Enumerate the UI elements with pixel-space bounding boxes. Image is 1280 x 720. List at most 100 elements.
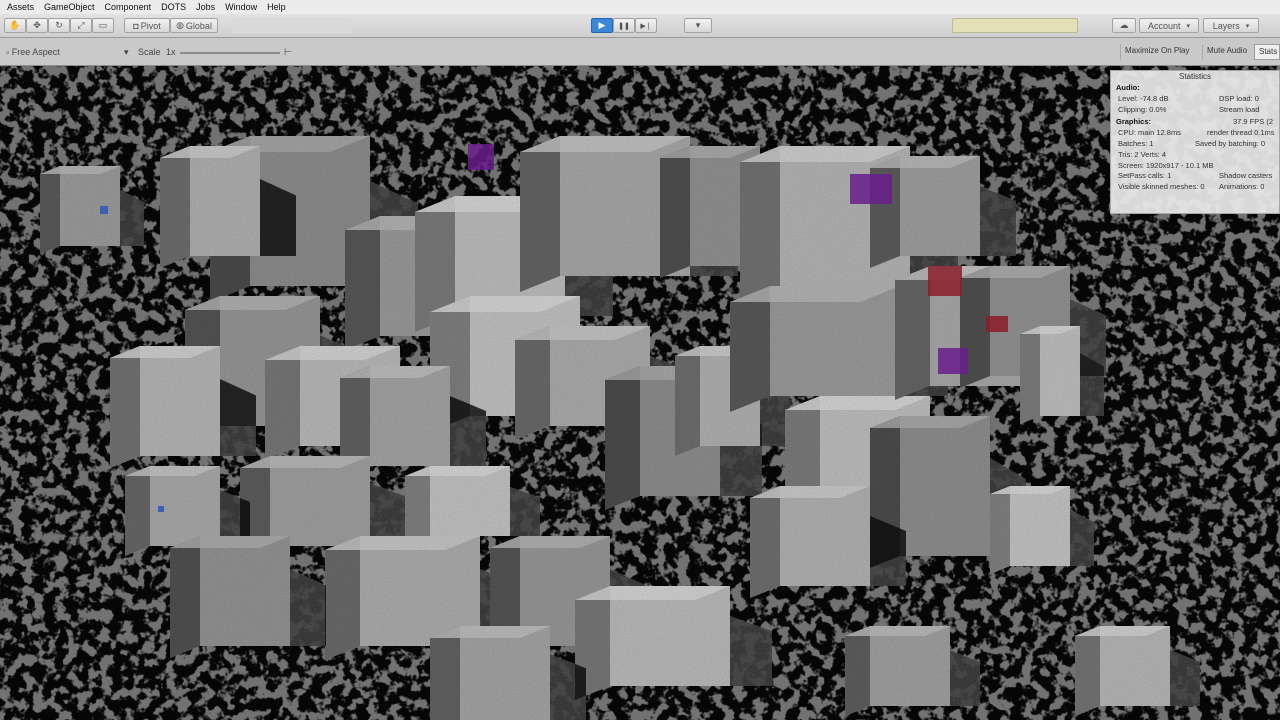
- voxel-block-side: [990, 486, 1010, 574]
- menu-dots[interactable]: DOTS: [156, 0, 191, 14]
- chevron-down-icon: ▾: [124, 47, 129, 57]
- render-thread: render thread 0.1ms: [1207, 128, 1275, 138]
- voxel-block-side: [1020, 326, 1040, 424]
- voxel-block-face: [900, 416, 990, 556]
- menu-assets[interactable]: Assets: [2, 0, 39, 14]
- cloud-icon: ☁: [1119, 20, 1129, 30]
- layers-dropdown[interactable]: Layers ▾: [1203, 18, 1259, 33]
- rotate-icon: ↻: [55, 20, 63, 30]
- stats-row: Clipping: 0.0% Stream load: [1111, 105, 1279, 116]
- colored-voxel: [158, 506, 164, 512]
- voxel-block-side: [515, 326, 550, 440]
- audio-clipping: Clipping: 0.0%: [1118, 104, 1167, 114]
- voxel-block-side: [110, 346, 140, 468]
- stats-row: Level: -74.8 dB DSP load: 0: [1111, 94, 1279, 105]
- scale-value: 1x: [166, 47, 176, 57]
- voxel-block-side: [170, 536, 200, 658]
- chevron-down-icon: ▾: [1186, 22, 1191, 30]
- menu-jobs[interactable]: Jobs: [191, 0, 220, 14]
- play-button[interactable]: ▶: [591, 18, 613, 33]
- menu-window[interactable]: Window: [220, 0, 262, 14]
- rect-tool-button[interactable]: ▭: [92, 18, 114, 33]
- voxel-block-side: [265, 346, 300, 460]
- global-label: Global: [185, 20, 212, 31]
- game-viewport[interactable]: Statistics Audio: Level: -74.8 dB DSP lo…: [0, 66, 1280, 720]
- tris-verts: Tris: 2 Verts: 4: [1118, 149, 1167, 159]
- voxel-block-side: [1075, 626, 1100, 716]
- layers-label: Layers: [1212, 20, 1240, 31]
- toolbar-empty-area: [232, 18, 352, 33]
- statistics-panel: Statistics Audio: Level: -74.8 dB DSP lo…: [1110, 70, 1280, 214]
- colored-voxel: [850, 174, 892, 204]
- voxel-block-face: [460, 626, 550, 720]
- colored-voxel: [468, 144, 494, 170]
- voxel-block-side: [870, 156, 900, 268]
- menu-component[interactable]: Component: [100, 0, 157, 14]
- voxel-block-face: [900, 156, 980, 256]
- step-icon: ▶❘: [640, 22, 652, 30]
- scale-slider-track[interactable]: [180, 52, 280, 54]
- account-label: Account: [1147, 20, 1181, 31]
- stats-row: Tris: 2 Verts: 4: [1111, 150, 1279, 161]
- hand-icon: ✋: [9, 20, 21, 30]
- pivot-label: Pivot: [140, 20, 161, 31]
- voxel-block-face: [430, 466, 510, 536]
- stats-row: Batches: 1 Saved by batching: 0: [1111, 139, 1279, 150]
- voxel-block-side: [785, 396, 820, 500]
- cloud-button[interactable]: ☁: [1112, 18, 1136, 33]
- graphics-section-header: Graphics:: [1116, 117, 1152, 127]
- voxel-block-side: [405, 466, 430, 546]
- colored-voxel: [100, 206, 108, 214]
- voxel-block-side: [125, 466, 150, 556]
- pivot-toggle[interactable]: ◘ Pivot: [124, 18, 170, 33]
- voxel-block-face: [1100, 626, 1170, 706]
- rotate-tool-button[interactable]: ↻: [48, 18, 70, 33]
- collab-dropdown[interactable]: ▾: [684, 18, 712, 33]
- shadow-casters: Shadow casters: [1219, 171, 1273, 181]
- move-icon: ✥: [33, 20, 41, 30]
- voxel-block-side: [345, 216, 380, 350]
- menu-gameobject[interactable]: GameObject: [39, 0, 100, 14]
- globe-icon: ◍: [176, 20, 184, 30]
- stats-toggle[interactable]: Stats: [1254, 44, 1280, 60]
- voxel-block-face: [610, 586, 730, 686]
- voxel-block-side: [730, 286, 770, 412]
- scale-label: Scale: [138, 47, 161, 57]
- statistics-title: Statistics: [1178, 72, 1211, 81]
- aspect-dropdown[interactable]: ▫ Free Aspect ▾: [6, 46, 132, 59]
- voxel-block-face: [270, 456, 370, 546]
- hand-tool-button[interactable]: ✋: [4, 18, 26, 33]
- account-dropdown[interactable]: Account ▾: [1139, 18, 1199, 33]
- voxel-block-side: [895, 266, 930, 400]
- move-tool-button[interactable]: ✥: [26, 18, 48, 33]
- voxel-city-render: [0, 66, 1280, 720]
- display-icon: ▫: [6, 47, 10, 57]
- stats-row: Screen: 1920x917 - 10.1 MB: [1111, 161, 1279, 172]
- animations-count: Animations: 0: [1219, 182, 1265, 192]
- chevron-down-icon: ▾: [1245, 22, 1250, 30]
- stream-load: Stream load: [1219, 104, 1260, 114]
- mute-audio-toggle[interactable]: Mute Audio: [1202, 44, 1251, 60]
- maximize-on-play-toggle[interactable]: Maximize On Play: [1120, 44, 1193, 60]
- cpu-main: CPU: main 12.8ms: [1118, 128, 1181, 138]
- voxel-block-side: [750, 486, 780, 598]
- voxel-block-side: [660, 146, 690, 278]
- menu-help[interactable]: Help: [262, 0, 291, 14]
- voxel-block-side: [325, 536, 360, 660]
- batches: Batches: 1: [1118, 138, 1154, 148]
- cloud-build-bar[interactable]: [952, 18, 1078, 33]
- global-toggle[interactable]: ◍ Global: [170, 18, 218, 33]
- colored-voxel: [938, 348, 968, 374]
- saved-by-batching: Saved by batching: 0: [1195, 138, 1266, 148]
- stats-row: Graphics: 37.9 FPS (2: [1111, 117, 1279, 128]
- voxel-block-side: [40, 166, 60, 254]
- pause-button[interactable]: ❚❚: [613, 18, 635, 33]
- voxel-block-face: [190, 146, 260, 256]
- colored-voxel: [986, 316, 1008, 332]
- step-button[interactable]: ▶❘: [635, 18, 657, 33]
- scale-tool-button[interactable]: ⤢: [70, 18, 92, 33]
- audio-section-header: Audio:: [1116, 83, 1140, 92]
- voxel-block-side: [430, 626, 460, 720]
- pause-icon: ❚❚: [618, 22, 630, 30]
- graphics-fps: 37.9 FPS (2: [1233, 117, 1274, 127]
